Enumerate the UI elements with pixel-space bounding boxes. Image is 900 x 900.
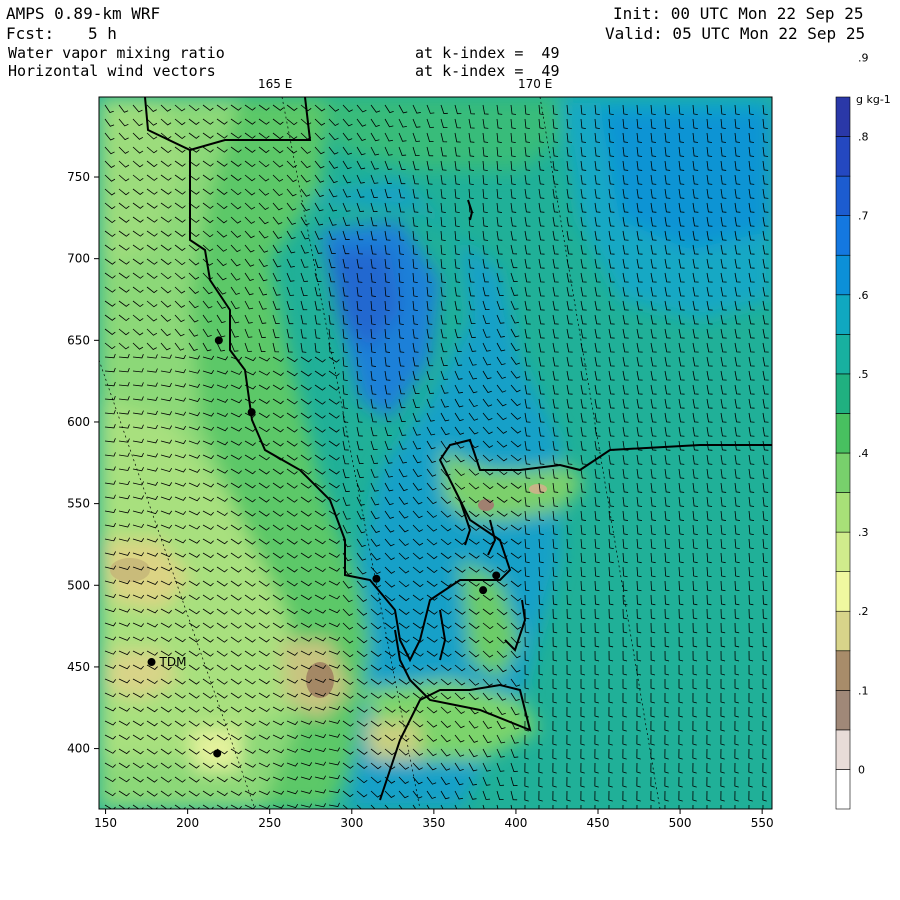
colorbar-label: .7: [858, 210, 869, 223]
dry-spot: [478, 499, 494, 511]
dry-spot: [110, 558, 150, 582]
y-axis: 750 700 650 600 550 500 450 400: [67, 170, 99, 756]
station-dot: [247, 408, 256, 417]
colorbar-label: 0: [858, 763, 865, 776]
station-label-tdm: TDM: [159, 655, 187, 669]
x-tick-label: 350: [422, 816, 445, 830]
colorbar-swatch: [835, 492, 851, 533]
colorbar-swatch: [835, 373, 851, 414]
x-tick-label: 400: [504, 816, 527, 830]
y-tick-label: 700: [67, 252, 90, 266]
colorbar-swatch: [835, 136, 851, 177]
colorbar-swatch: [835, 294, 851, 335]
colorbar-label: .4: [858, 447, 869, 460]
colorbar-units: g kg-1: [856, 93, 891, 106]
y-tick-label: 600: [67, 415, 90, 429]
colorbar-swatch: [835, 610, 851, 652]
colorbar-label: .1: [858, 684, 869, 697]
x-tick-label: 300: [340, 816, 363, 830]
y-tick-label: 400: [67, 742, 90, 756]
colorbar-swatch: [835, 531, 851, 572]
colorbar-swatch: [835, 215, 851, 256]
station-dot: [214, 336, 223, 345]
colorbar-swatch: [835, 96, 851, 137]
colorbar-swatch: [835, 571, 851, 612]
y-tick-label: 450: [67, 660, 90, 674]
colorbar-label: .3: [858, 526, 869, 539]
colorbar-swatch: [835, 650, 851, 691]
colorbar-label: .8: [858, 131, 869, 144]
y-tick-label: 550: [67, 497, 90, 511]
colorbar-label: .6: [858, 289, 869, 302]
colorbar: 0 .1 .2 .3 .4 .5 .6 .7 .8 .9: [835, 51, 869, 810]
y-tick-label: 650: [67, 333, 90, 347]
station-dot: [147, 658, 156, 667]
x-axis: 150 200 250 300 350 400 450 500 550: [94, 809, 774, 830]
x-tick-label: 550: [751, 816, 774, 830]
y-tick-label: 750: [67, 170, 90, 184]
x-tick-label: 450: [587, 816, 610, 830]
colorbar-label: .9: [858, 51, 869, 64]
x-tick-label: 200: [176, 816, 199, 830]
colorbar-label: .5: [858, 368, 869, 381]
x-tick-label: 250: [258, 816, 281, 830]
colorbar-swatch: [835, 254, 851, 296]
colorbar-swatch: [835, 334, 851, 375]
x-tick-label: 150: [94, 816, 117, 830]
colorbar-swatch: [835, 413, 851, 454]
dry-spot: [529, 484, 547, 494]
colorbar-swatch: [835, 729, 851, 770]
colorbar-swatch: [835, 690, 851, 731]
colorbar-swatch: [835, 175, 851, 216]
x-tick-label: 500: [669, 816, 692, 830]
station-dot: [372, 574, 381, 583]
y-tick-label: 500: [67, 578, 90, 592]
colorbar-swatch: [835, 452, 851, 493]
station-dot: [492, 571, 501, 580]
colorbar-swatch: [835, 769, 851, 810]
moisture-field: [99, 97, 772, 809]
map-plot: TDM 150 200 250 300 350 400 450 500 550 750 700 65…: [67, 51, 891, 830]
station-dot: [213, 749, 222, 758]
colorbar-label: .2: [858, 605, 869, 618]
station-dot: [479, 586, 488, 595]
